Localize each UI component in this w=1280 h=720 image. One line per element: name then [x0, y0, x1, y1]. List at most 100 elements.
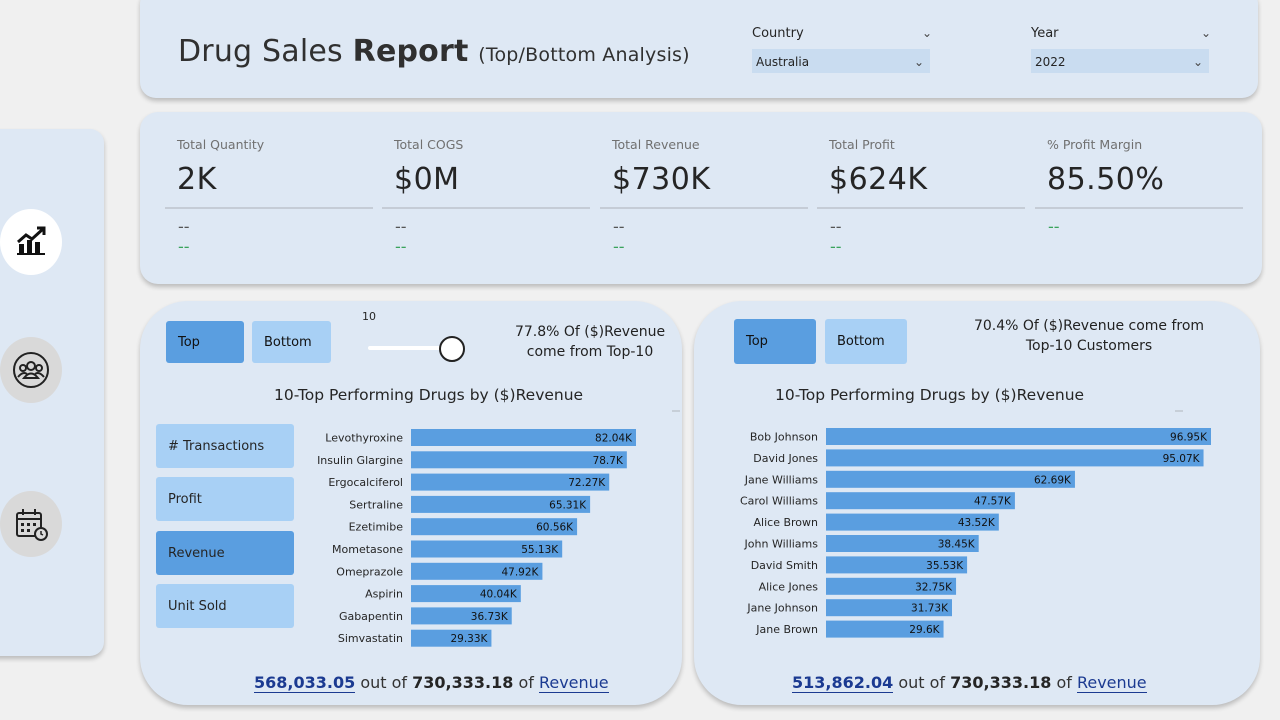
category-label: Omeprazole [336, 565, 403, 578]
kpi-comparison: -- [178, 217, 190, 236]
footer-text: of [518, 673, 534, 692]
chart-title: 10-Top Performing Drugs by ($)Revenue [274, 386, 584, 404]
bar[interactable] [826, 449, 1204, 467]
country-label: Country [752, 26, 804, 41]
category-label: Ergocalciferol [328, 476, 403, 489]
category-label: Bob Johnson [750, 431, 818, 444]
kpi-strip: Total Quantity 2K -- -- Total COGS $0M -… [140, 112, 1262, 284]
topn-slider-track[interactable] [368, 346, 450, 350]
year-slicer[interactable]: Year ⌄ 2022 ⌄ [1031, 26, 1211, 73]
drugs-bar-chart: Levothyroxine 82.04K Insulin Glargine 78.7K… [317, 429, 636, 647]
bottom-toggle-button[interactable]: Bottom [252, 321, 331, 363]
customers-bar-chart: Bob Johnson 96.95K David Jones 95.07K Jane W… [740, 428, 1211, 638]
share-note: 70.4% Of ($)Revenue come from Top-10 Cus… [944, 316, 1234, 356]
footer-text: out of [898, 673, 946, 692]
kpi-label: Total Quantity [177, 137, 265, 152]
data-label: 43.52K [958, 517, 996, 529]
footer-measure[interactable]: Revenue [1076, 673, 1147, 693]
top-toggle-button[interactable]: Top [166, 321, 244, 363]
data-label: 72.27K [568, 477, 606, 489]
chevron-down-icon: ⌄ [1192, 55, 1203, 69]
category-label: Mometasone [332, 543, 403, 556]
chevron-down-icon: ⌄ [913, 55, 924, 69]
category-label: Ezetimibe [349, 521, 404, 534]
category-label: Alice Brown [754, 516, 819, 529]
category-label: Jane Williams [744, 473, 819, 486]
category-label: Carol Williams [740, 495, 818, 508]
footer-text: out of [360, 673, 408, 692]
data-label: 29.33K [450, 633, 488, 645]
divider [817, 207, 1025, 209]
data-label: 36.73K [471, 611, 509, 623]
kpi-change: -- [395, 237, 407, 256]
footer-value: 513,862.04 [792, 673, 894, 693]
kpi-comparison: -- [395, 217, 407, 236]
data-label: 31.73K [911, 603, 949, 615]
kpi-label: Total COGS [394, 137, 464, 152]
side-nav [0, 129, 104, 656]
category-label: Aspirin [365, 588, 403, 601]
title-subtitle: (Top/Bottom Analysis) [478, 44, 690, 66]
share-note: 77.8% Of ($)Revenue come from Top-10 [490, 322, 690, 362]
kpi-card-profit: Total Profit $624K -- -- [817, 137, 1025, 257]
data-label: 78.7K [593, 455, 624, 467]
footer-summary: 513,862.04 out of 730,333.18 of Revenue [792, 673, 1147, 693]
footer-value: 568,033.05 [254, 673, 356, 693]
data-label: 82.04K [595, 433, 633, 445]
customers-icon[interactable] [0, 337, 62, 403]
country-dropdown[interactable]: Australia ⌄ [752, 49, 930, 73]
data-label: 95.07K [1163, 453, 1201, 465]
topn-slider-handle[interactable] [439, 336, 465, 362]
top-drugs-panel: Top Bottom 10 77.8% Of ($)Revenue come f… [140, 301, 682, 705]
kpi-label: % Profit Margin [1047, 137, 1143, 152]
data-label: 55.13K [521, 544, 559, 556]
data-label: 32.75K [915, 581, 953, 593]
country-value: Australia [756, 55, 810, 69]
data-label: 60.56K [536, 522, 574, 534]
chevron-down-icon[interactable]: ⌄ [922, 26, 932, 41]
title-bold-text: Report [352, 34, 469, 69]
category-label: David Jones [753, 452, 818, 465]
bar[interactable] [826, 428, 1211, 445]
top-customers-panel: Top Bottom 70.4% Of ($)Revenue come from… [694, 301, 1260, 705]
category-label: Jane Johnson [746, 602, 818, 615]
divider [165, 207, 373, 209]
year-label: Year [1031, 26, 1059, 41]
kpi-card-revenue: Total Revenue $730K -- -- [600, 137, 808, 257]
share-note-line2: come from Top-10 [526, 344, 654, 360]
data-label: 96.95K [1170, 432, 1208, 444]
calendar-icon[interactable] [0, 491, 62, 557]
category-label: David Smith [751, 559, 818, 572]
country-slicer[interactable]: Country ⌄ Australia ⌄ [752, 26, 932, 73]
data-label: 47.57K [974, 496, 1012, 508]
kpi-label: Total Revenue [612, 137, 700, 152]
top-toggle-button[interactable]: Top [734, 319, 816, 364]
title-text: Drug Sales [178, 34, 343, 69]
kpi-change: -- [178, 237, 190, 256]
data-label: 62.69K [1034, 474, 1072, 486]
kpi-card-margin: % Profit Margin 85.50% -- [1035, 137, 1243, 237]
bottom-toggle-button[interactable]: Bottom [825, 319, 907, 364]
report-header: Drug Sales Report (Top/Bottom Analysis) … [140, 0, 1258, 98]
chevron-down-icon[interactable]: ⌄ [1201, 26, 1211, 41]
footer-summary: 568,033.05 out of 730,333.18 of Revenue [254, 673, 609, 693]
kpi-value: 85.50% [1047, 162, 1165, 197]
footer-measure[interactable]: Revenue [538, 673, 609, 693]
chart-icon[interactable] [0, 209, 62, 275]
share-note-line2: Top-10 Customers [1025, 338, 1153, 354]
year-value: 2022 [1035, 55, 1066, 69]
kpi-value: $0M [394, 162, 460, 197]
kpi-label: Total Profit [829, 137, 895, 152]
data-label: 47.92K [501, 566, 539, 578]
divider [382, 207, 590, 209]
kpi-change: -- [830, 237, 842, 256]
data-label: 35.53K [926, 560, 964, 572]
year-dropdown[interactable]: 2022 ⌄ [1031, 49, 1209, 73]
category-label: Gabapentin [339, 610, 403, 623]
kpi-comparison: -- [613, 217, 625, 236]
data-label: 40.04K [480, 589, 518, 601]
category-label: Alice Jones [759, 580, 819, 593]
slider-value: 10 [362, 310, 376, 323]
kpi-value: $624K [829, 162, 928, 197]
divider [672, 410, 680, 412]
